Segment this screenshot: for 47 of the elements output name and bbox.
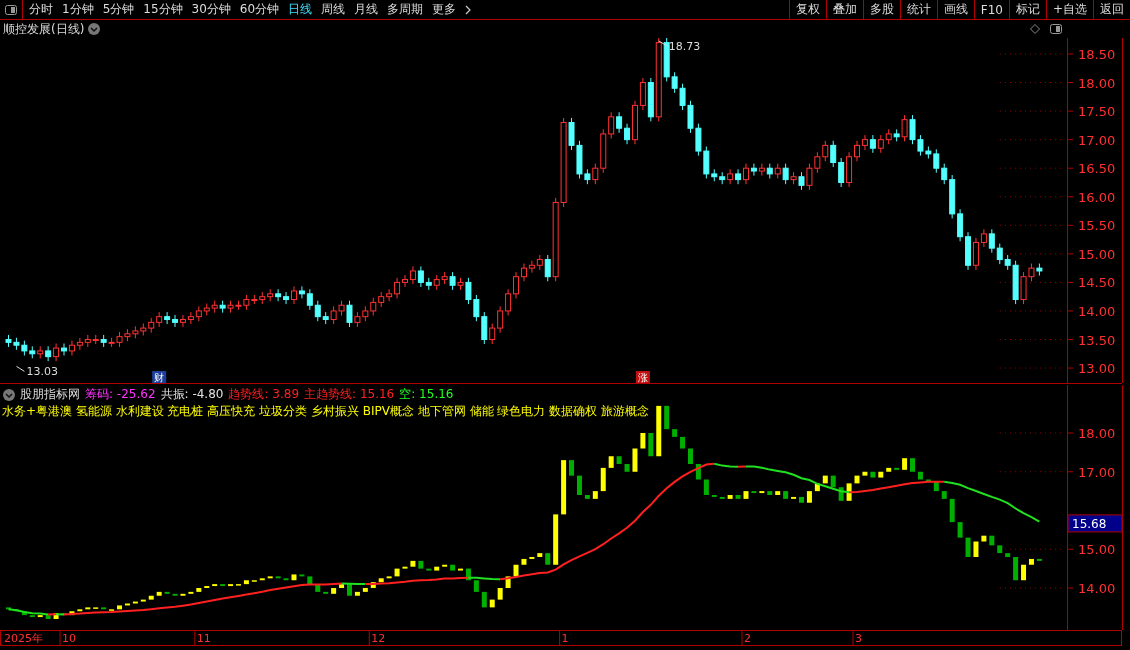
axis-label: 18.00	[1078, 75, 1116, 91]
axis-label: 15.00	[1078, 246, 1116, 262]
axis-label: 16.50	[1078, 161, 1116, 177]
event-badge[interactable]: 涨	[635, 371, 650, 383]
event-badge[interactable]: 财	[152, 371, 167, 383]
axis-label: 15.50	[1078, 218, 1116, 234]
indicator-reading: 共振: -4.80	[160, 386, 224, 403]
period-tab[interactable]: 更多	[432, 1, 457, 18]
axis-label: 14.50	[1078, 275, 1116, 291]
period-tab[interactable]: 30分钟	[191, 1, 231, 18]
axis-label: 1	[561, 632, 569, 645]
axis-label: 10	[62, 632, 76, 645]
indicator-reading: 空: 15.16	[399, 386, 454, 403]
indicator-reading: 筹码: -25.62	[85, 386, 156, 403]
period-tab[interactable]: 60分钟	[239, 1, 280, 18]
axis-label: 13.00	[1078, 361, 1116, 377]
period-tab[interactable]: 多周期	[387, 1, 424, 18]
concept-tags: 水务+粤港澳 氢能源 水利建设 充电桩 高压快充 垃圾分类 乡村振兴 BIPV概念 地下管网 储能 绿色电力 数据确权 旅游概念	[2, 404, 650, 418]
period-tab[interactable]: 1分钟	[62, 1, 94, 18]
period-tab[interactable]: 日线	[288, 1, 313, 18]
axis-label: 15.00	[1078, 542, 1116, 558]
axis-label: 2025年	[4, 632, 43, 645]
price-label: 13.03	[26, 365, 58, 379]
period-tab[interactable]: 5分钟	[102, 1, 135, 18]
axis-label: 18.50	[1078, 47, 1116, 62]
axis-label: 2	[744, 632, 751, 645]
axis-label: 17.50	[1078, 104, 1116, 120]
period-tab[interactable]: 周线	[321, 1, 346, 18]
axis-label: 13.50	[1078, 332, 1116, 348]
axis-label: 14.00	[1078, 303, 1116, 319]
indicator-reading: 主趋势线: 15.16	[304, 386, 395, 403]
price-label: 18.73	[668, 39, 701, 53]
indicator-reading: 趋势线: 3.89	[228, 386, 300, 403]
axis-label: 3	[855, 632, 862, 645]
period-tab[interactable]: 分时	[29, 1, 53, 18]
axis-label: 11	[196, 632, 211, 645]
axis-label: 18.00	[1078, 426, 1116, 441]
axis-label: 12	[371, 632, 386, 645]
period-tab[interactable]: 月线	[354, 1, 379, 18]
period-tab[interactable]: 15分钟	[143, 1, 183, 18]
indicator-title: 股朋指标网	[20, 386, 80, 403]
axis-label: 17.00	[1078, 464, 1116, 480]
axis-label: 17.00	[1078, 132, 1116, 148]
axis-label: 14.00	[1078, 581, 1116, 596]
current-value-tag: 15.68	[1067, 514, 1123, 533]
chart-title: 顺控发展(日线)	[3, 20, 85, 38]
axis-label: 16.00	[1078, 189, 1116, 205]
